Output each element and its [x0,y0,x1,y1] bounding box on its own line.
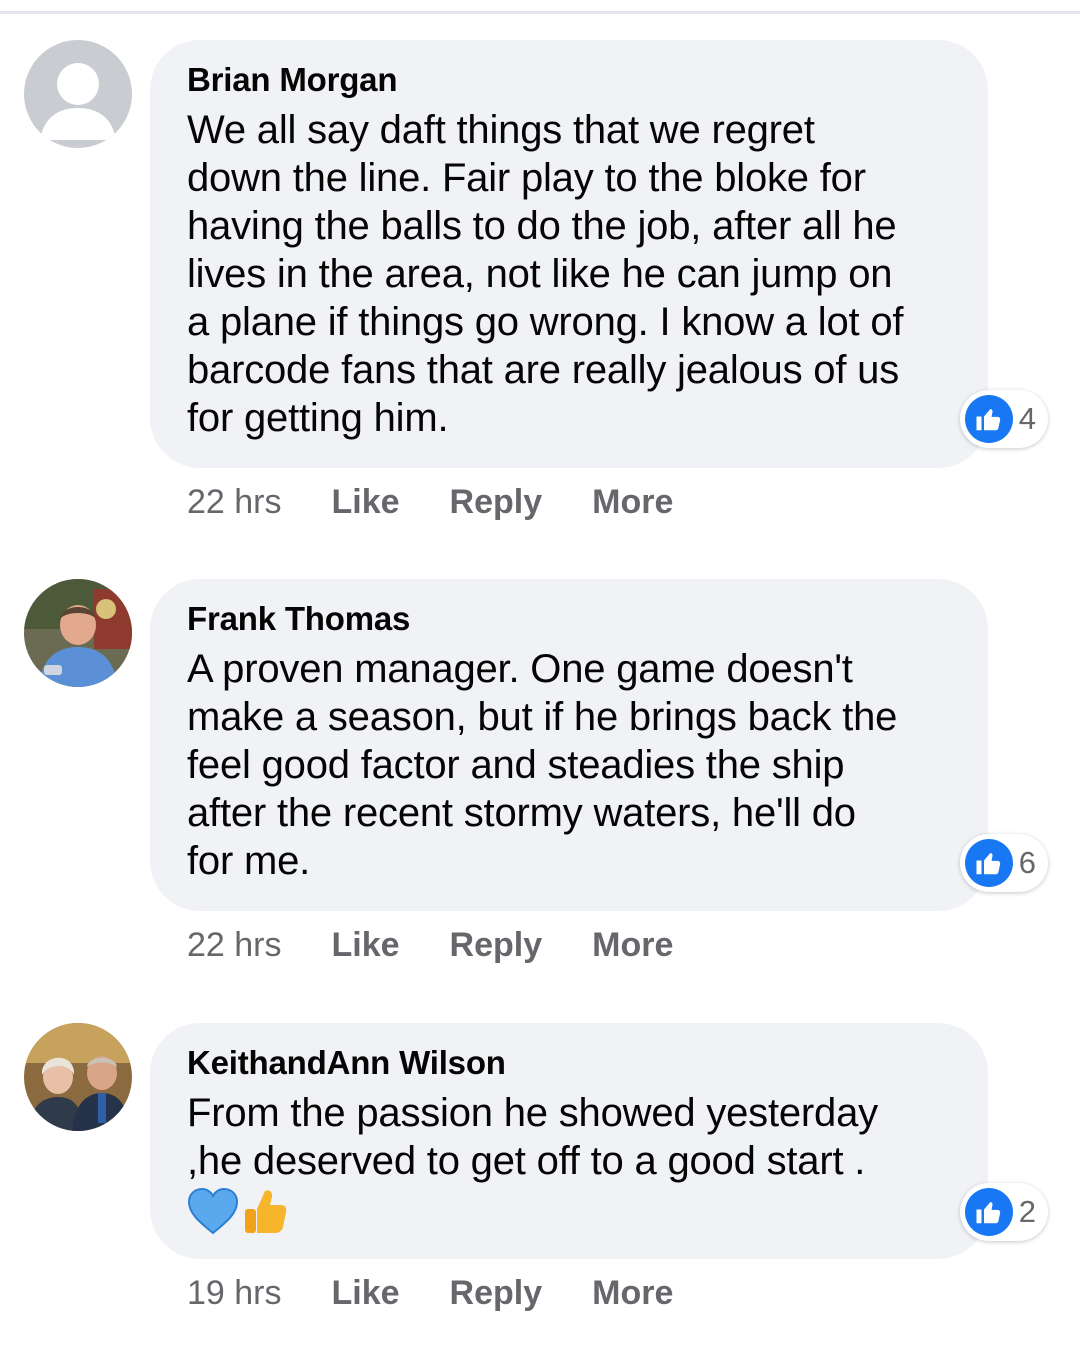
thumbs-up-emoji-icon [245,1190,287,1233]
default-avatar-icon [24,40,132,148]
comment-actions: 22 hrs Like Reply More [187,480,723,524]
comment-timestamp[interactable]: 22 hrs [187,926,282,965]
blue-heart-icon [187,1187,239,1235]
reply-button[interactable]: Reply [450,1274,543,1313]
thumbs-up-icon [964,1188,1013,1236]
reaction-summary[interactable]: 2 [959,1183,1048,1241]
like-button[interactable]: Like [332,926,400,965]
comment-actions: 19 hrs Like Reply More [187,1271,723,1315]
reaction-count: 2 [1018,1194,1036,1229]
thumbs-up-icon [964,395,1013,443]
more-button[interactable]: More [592,1274,673,1313]
reply-button[interactable]: Reply [450,483,543,522]
avatar[interactable] [24,579,132,687]
comment-text: A proven manager. One game doesn't make … [187,647,898,883]
avatar[interactable] [24,1023,132,1131]
emoji-line [187,1185,958,1237]
comment-timestamp[interactable]: 22 hrs [187,483,282,522]
profile-photo [24,579,132,687]
reaction-summary[interactable]: 6 [959,834,1048,892]
comment-text: From the passion he showed yesterday ,he… [187,1091,878,1183]
more-button[interactable]: More [592,483,673,522]
avatar[interactable] [24,40,132,148]
comment-author[interactable]: Frank Thomas [187,599,958,639]
thumbs-up-icon [964,839,1013,887]
comment-author[interactable]: Brian Morgan [187,60,958,100]
comment-bubble: Brian Morgan We all say daft things that… [150,40,988,468]
reaction-count: 4 [1018,401,1036,436]
comment-bubble: KeithandAnn Wilson From the passion he s… [150,1023,988,1259]
more-button[interactable]: More [592,926,673,965]
comment-text: We all say daft things that we regret do… [187,108,904,440]
top-divider [0,11,1080,14]
comment-timestamp[interactable]: 19 hrs [187,1274,282,1313]
comment-actions: 22 hrs Like Reply More [187,923,723,967]
comment-author[interactable]: KeithandAnn Wilson [187,1043,958,1083]
comment-bubble: Frank Thomas A proven manager. One game … [150,579,988,911]
like-button[interactable]: Like [332,483,400,522]
reaction-count: 6 [1018,845,1036,880]
reply-button[interactable]: Reply [450,926,543,965]
profile-photo [24,1023,132,1131]
like-button[interactable]: Like [332,1274,400,1313]
reaction-summary[interactable]: 4 [959,390,1048,448]
